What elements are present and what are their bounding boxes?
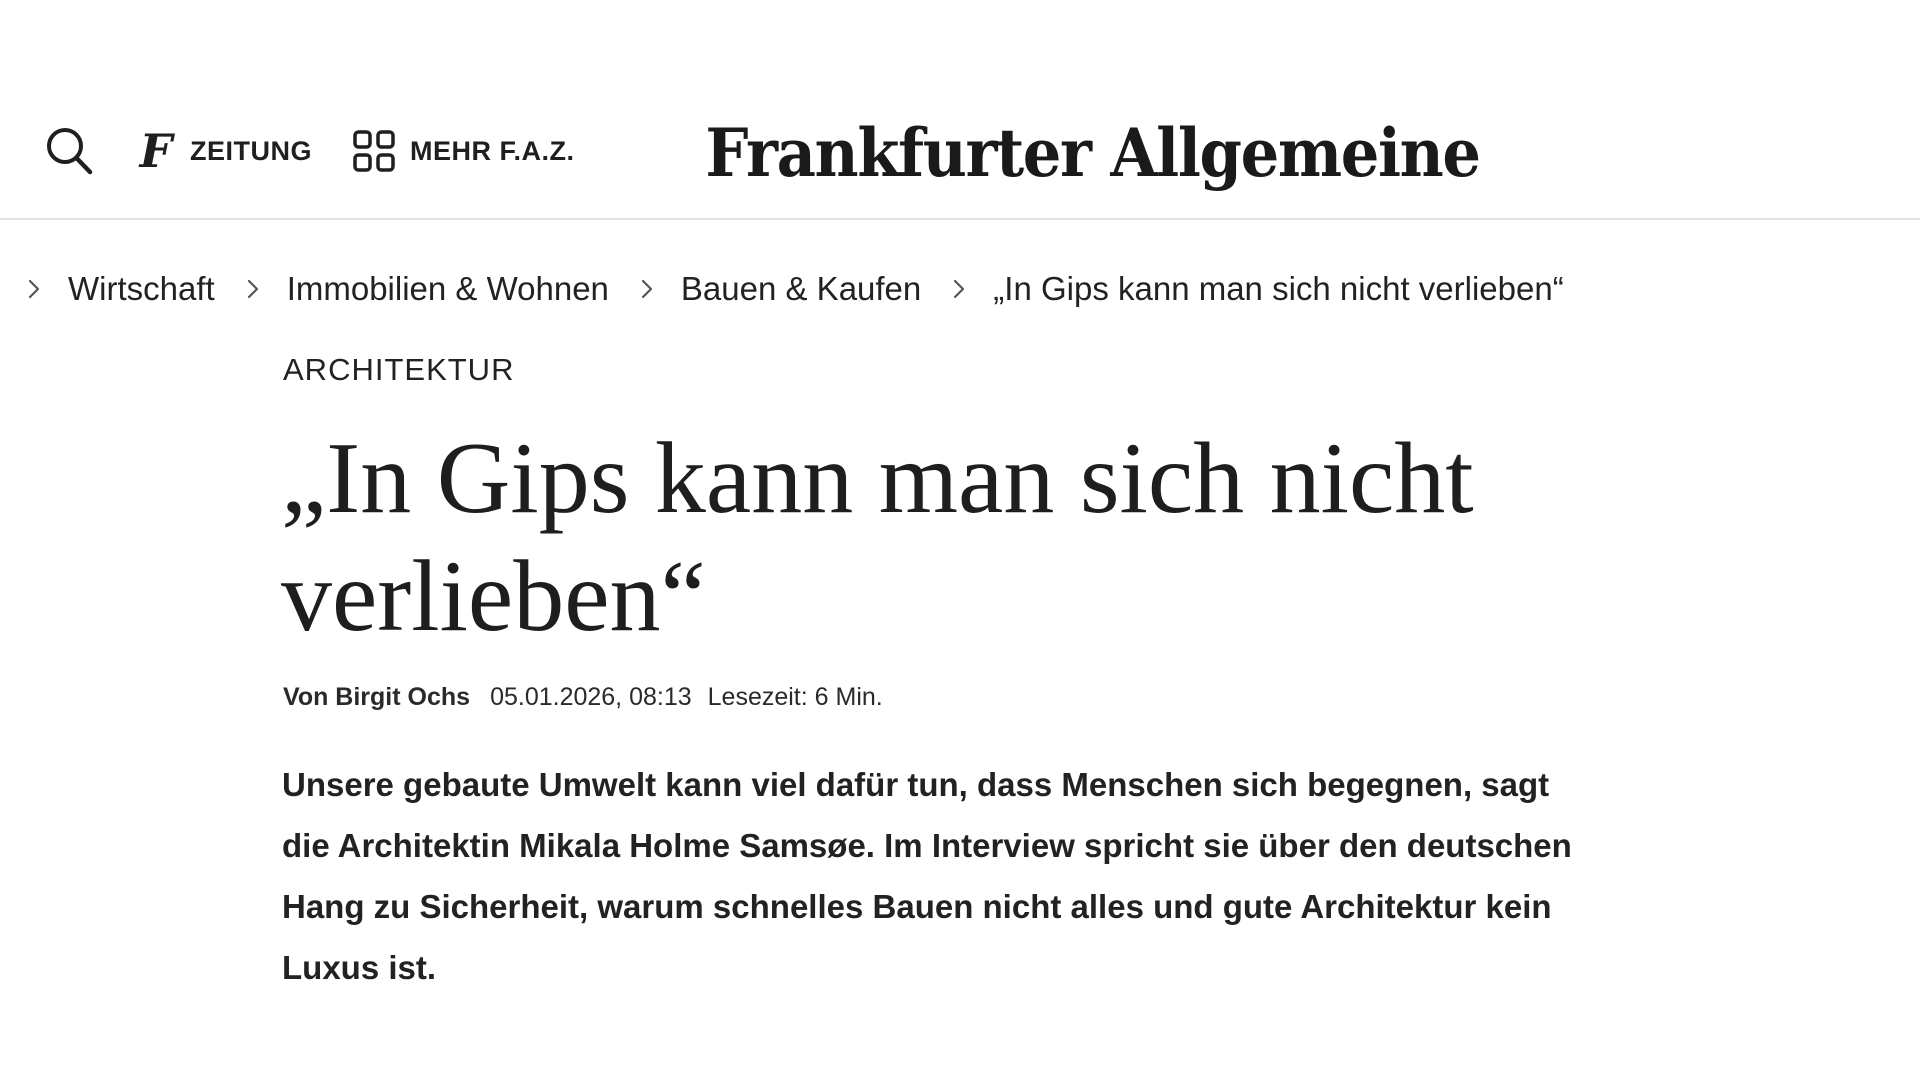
author-link[interactable]: Von Birgit Ochs xyxy=(283,683,470,712)
chevron-right-icon xyxy=(641,279,653,299)
reading-time: Lesezeit: 6 Min. xyxy=(707,683,883,711)
publish-date: 05.01.2026, 08:13 xyxy=(490,683,692,711)
site-logo[interactable]: Frankfurter Allgemeine xyxy=(705,108,1481,198)
article-teaser: Unsere gebaute Umwelt kann viel dafür tu… xyxy=(282,766,1572,986)
breadcrumb-current-page: „In Gips kann man sich nicht verlieben“ xyxy=(993,270,1564,307)
breadcrumb-link-wirtschaft[interactable]: Wirtschaft xyxy=(68,270,215,308)
chevron-right-icon xyxy=(954,279,965,299)
article-byline: Von Birgit Ochs 05.01.2026, 08:13 Leseze… xyxy=(283,683,883,712)
header-nav: F ZEITUNG MEHR F.A.Z. xyxy=(44,122,575,180)
search-button[interactable] xyxy=(44,125,94,177)
breadcrumb-item-current: „In Gips kann man sich nicht verlieben“ xyxy=(951,270,1593,308)
breadcrumb-link-immobilien-wohnen[interactable]: Immobilien & Wohnen xyxy=(287,270,609,308)
chevron-right-icon xyxy=(28,279,40,299)
article-headline: „In Gips kann man sich nicht verlieben“ xyxy=(281,422,1474,653)
breadcrumb-item-wirtschaft: Wirtschaft xyxy=(26,270,245,308)
chevron-right-icon xyxy=(247,279,258,299)
grid-icon xyxy=(353,130,395,172)
zeitung-link[interactable]: F ZEITUNG xyxy=(136,128,312,174)
search-icon xyxy=(47,128,93,175)
breadcrumb-item-immobilien: Immobilien & Wohnen xyxy=(245,270,639,308)
zeitung-label: ZEITUNG xyxy=(190,135,312,166)
breadcrumb-link-bauen-kaufen[interactable]: Bauen & Kaufen xyxy=(681,270,921,308)
mehr-faz-menu-button[interactable]: MEHR F.A.Z. xyxy=(352,129,575,173)
faz-f-icon: F xyxy=(139,124,173,178)
breadcrumb-item-bauen: Bauen & Kaufen xyxy=(639,270,951,308)
mehr-faz-label: MEHR F.A.Z. xyxy=(410,135,575,166)
site-header: F ZEITUNG MEHR F.A.Z. Frankfurter Allgem… xyxy=(0,0,1920,220)
breadcrumb: Wirtschaft Immobilien & Wohnen Bauen & K… xyxy=(26,264,1594,314)
article-kicker: ARCHITEKTUR xyxy=(283,352,515,387)
